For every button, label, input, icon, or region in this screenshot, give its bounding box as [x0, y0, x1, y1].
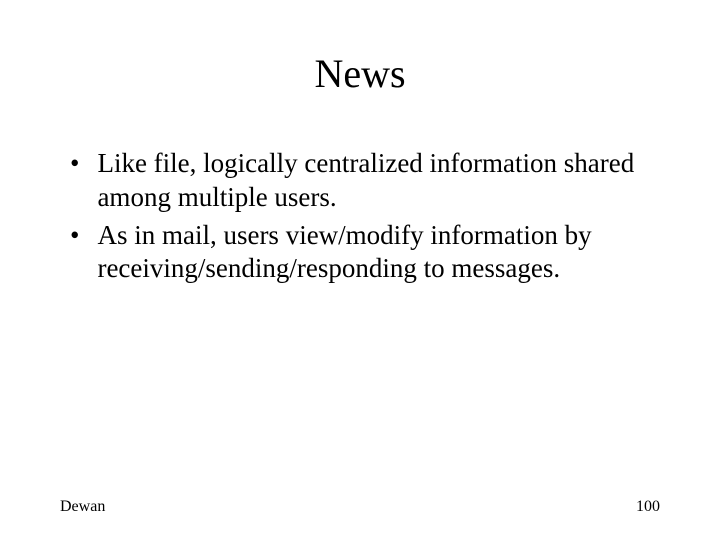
bullet-text: Like file, logically centralized informa… [97, 147, 660, 215]
footer-author: Dewan [60, 498, 105, 516]
slide-content: • Like file, logically centralized infor… [60, 147, 660, 286]
bullet-item: • Like file, logically centralized infor… [70, 147, 660, 215]
bullet-text: As in mail, users view/modify informatio… [97, 219, 660, 287]
bullet-marker-icon: • [70, 219, 79, 253]
slide-title: News [60, 50, 660, 97]
footer-page-number: 100 [636, 498, 660, 516]
slide-container: News • Like file, logically centralized … [0, 0, 720, 540]
bullet-item: • As in mail, users view/modify informat… [70, 219, 660, 287]
slide-footer: Dewan 100 [60, 498, 660, 516]
bullet-marker-icon: • [70, 147, 79, 181]
